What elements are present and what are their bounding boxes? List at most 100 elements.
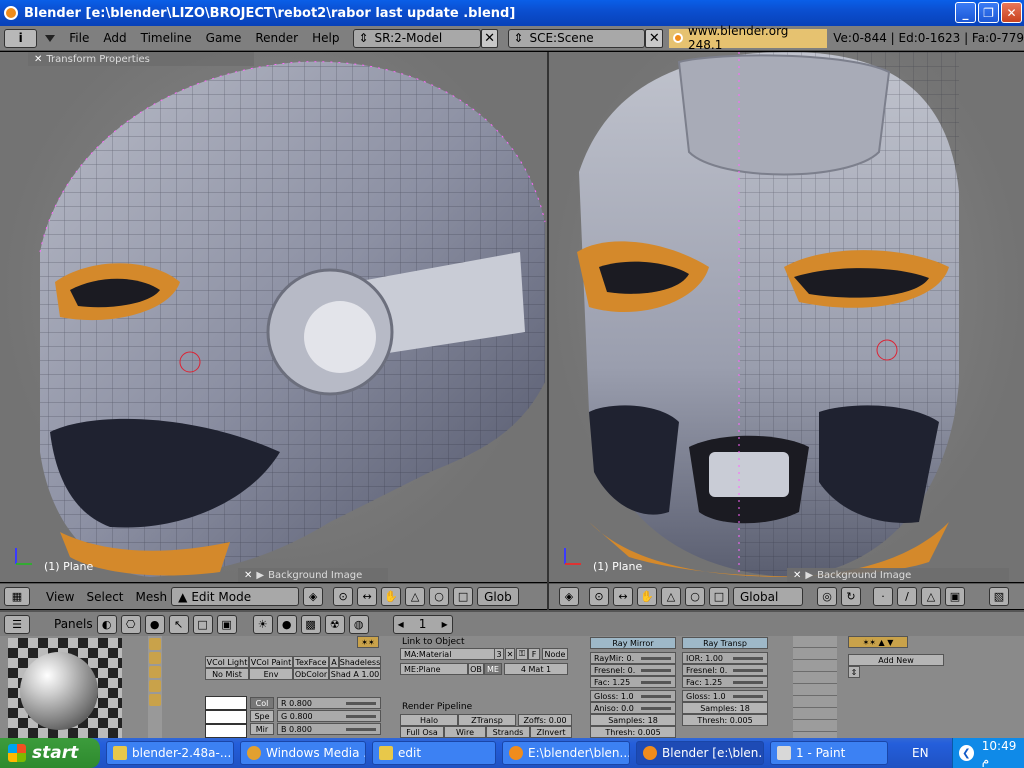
grab-tool-right-button[interactable]: ✋: [637, 587, 657, 606]
env-toggle[interactable]: Env: [249, 668, 293, 680]
frame-next-icon[interactable]: ▸: [442, 617, 448, 631]
texface-toggle[interactable]: TexFace: [293, 656, 329, 668]
material-name-field[interactable]: MA:Material: [400, 648, 504, 660]
f-button[interactable]: F: [528, 648, 540, 660]
minimize-button[interactable]: _: [955, 2, 976, 23]
specular-color-swatch[interactable]: [205, 710, 247, 724]
tray-expand-icon[interactable]: ❮: [959, 745, 974, 761]
col-tab[interactable]: Col: [250, 697, 274, 709]
taskbar-item-paint[interactable]: 1 - Paint: [770, 741, 888, 765]
scene-selector[interactable]: ⇕ SCE:Scene: [508, 28, 646, 48]
vcol-paint-toggle[interactable]: VCol Paint: [249, 656, 293, 668]
taskbar-item-blender-main[interactable]: Blender [e:\blen...: [636, 741, 764, 765]
node-button[interactable]: Node: [542, 648, 568, 660]
ztransp-button[interactable]: ZTransp: [458, 714, 516, 726]
taskbar-item-edit-folder[interactable]: edit: [372, 741, 496, 765]
gloss-transp-slider[interactable]: Gloss: 1.0: [682, 690, 768, 702]
manipulator-right-button[interactable]: ↔: [613, 587, 633, 606]
draw-type-right-button[interactable]: ◈: [559, 587, 579, 606]
limit-selection-button[interactable]: ▣: [945, 587, 965, 606]
shadeless-toggle[interactable]: Shadeless: [339, 656, 381, 668]
fac-transp-slider[interactable]: Fac: 1.25: [682, 676, 768, 688]
samples-mirror-field[interactable]: Samples: 18: [590, 714, 676, 726]
face-tool-right-button[interactable]: □: [709, 587, 729, 606]
preview-hair-button[interactable]: [149, 694, 161, 706]
preview-monkey-button[interactable]: [149, 680, 161, 692]
full-osa-button[interactable]: Full Osa: [400, 726, 444, 738]
screen-selector[interactable]: ⇕ SR:2-Model: [353, 28, 481, 48]
editing-context-button[interactable]: □: [192, 614, 213, 634]
fresnel-transp-slider[interactable]: Fresnel: 0.: [682, 664, 768, 676]
pivot-button[interactable]: ⊙: [333, 587, 354, 606]
thresh-mirror-field[interactable]: Thresh: 0.005: [590, 726, 676, 738]
proportional-edit-button[interactable]: ◎: [817, 587, 837, 606]
buttons-editor-type-button[interactable]: ☰: [4, 614, 30, 634]
mesh-name-field[interactable]: ME:Plane: [400, 663, 468, 675]
gloss-mirror-slider[interactable]: Gloss: 1.0: [590, 690, 676, 702]
manipulator-button[interactable]: ↔: [357, 587, 378, 606]
start-button[interactable]: start: [0, 738, 100, 768]
mir-tab[interactable]: Mir: [250, 723, 274, 735]
material-button[interactable]: ●: [276, 614, 297, 634]
add-new-texture-button[interactable]: Add New: [848, 654, 944, 666]
close-panel-icon[interactable]: ✕: [34, 54, 42, 65]
render-preview-button[interactable]: ▧: [989, 587, 1009, 606]
lamp-button[interactable]: ☀: [252, 614, 273, 634]
texture-button[interactable]: ▩: [300, 614, 321, 634]
strands-button[interactable]: Strands: [486, 726, 530, 738]
ior-slider[interactable]: IOR: 1.00: [682, 652, 768, 664]
menu-add[interactable]: Add: [103, 31, 126, 45]
snap-button[interactable]: ↻: [841, 587, 861, 606]
menu-view[interactable]: View: [46, 590, 74, 604]
frame-field[interactable]: ◂ 1 ▸: [392, 614, 453, 634]
world-button[interactable]: ◍: [348, 614, 369, 634]
taskbar-item-blender-console[interactable]: E:\blender\blen...: [502, 741, 630, 765]
menu-timeline[interactable]: Timeline: [141, 31, 192, 45]
mirror-color-swatch[interactable]: [205, 724, 247, 738]
draw-type-button[interactable]: ◈: [303, 587, 324, 606]
info-window-button[interactable]: i: [4, 28, 38, 48]
preview-plane-button[interactable]: [149, 638, 161, 650]
grab-tool-button[interactable]: ✋: [381, 587, 402, 606]
editor-type-button[interactable]: ▦: [4, 587, 30, 606]
menu-mesh[interactable]: Mesh: [136, 590, 168, 604]
a-toggle[interactable]: A: [329, 656, 339, 668]
taskbar-item-blender-folder[interactable]: blender-2.48a-...: [106, 741, 234, 765]
diffuse-color-swatch[interactable]: [205, 696, 247, 710]
orientation-selector-right[interactable]: Global: [733, 587, 803, 606]
vertex-select-button[interactable]: ·: [873, 587, 893, 606]
edge-select-button[interactable]: /: [897, 587, 917, 606]
blue-slider[interactable]: B 0.800: [277, 723, 381, 735]
viewport-divider[interactable]: [547, 52, 549, 610]
fresnel-mirror-slider[interactable]: Fresnel: 0.: [590, 664, 676, 676]
delete-scene-button[interactable]: ✕: [645, 28, 664, 48]
logic-context-button[interactable]: ◐: [96, 614, 117, 634]
panel-pin-button[interactable]: ✶✶: [357, 636, 379, 648]
thresh-transp-field[interactable]: Thresh: 0.005: [682, 714, 768, 726]
fake-user-lock-icon[interactable]: ⚿: [516, 648, 528, 660]
face-tool-button[interactable]: □: [453, 587, 474, 606]
close-bg-panel-icon[interactable]: ✕: [244, 570, 252, 581]
pivot-right-button[interactable]: ⊙: [589, 587, 609, 606]
red-slider[interactable]: R 0.800: [277, 697, 381, 709]
fac-mirror-slider[interactable]: Fac: 1.25: [590, 676, 676, 688]
material-slot-field[interactable]: 4 Mat 1: [504, 663, 568, 675]
vcol-light-toggle[interactable]: VCol Light: [205, 656, 249, 668]
me-link-button[interactable]: ME: [484, 663, 502, 675]
ray-transp-toggle[interactable]: Ray Transp: [682, 637, 768, 649]
texture-menu-icon[interactable]: ⇕: [848, 666, 860, 678]
menu-render[interactable]: Render: [255, 31, 298, 45]
zinvert-button[interactable]: ZInvert: [530, 726, 572, 738]
object-context-button[interactable]: ↖: [168, 614, 189, 634]
raymir-slider[interactable]: RayMir: 0.: [590, 652, 676, 664]
scale-tool-button[interactable]: ○: [429, 587, 450, 606]
preview-sphere-button[interactable]: [149, 652, 161, 664]
radio-button[interactable]: ☢: [324, 614, 345, 634]
zoffs-field[interactable]: Zoffs: 0.00: [518, 714, 572, 726]
language-indicator[interactable]: EN: [912, 746, 929, 760]
unlink-material-button[interactable]: ✕: [505, 648, 515, 660]
menu-collapse-icon[interactable]: [45, 34, 56, 42]
shad-a-field[interactable]: Shad A 1.00: [329, 668, 381, 680]
shading-context-button[interactable]: ●: [144, 614, 165, 634]
spe-tab[interactable]: Spe: [250, 710, 274, 722]
